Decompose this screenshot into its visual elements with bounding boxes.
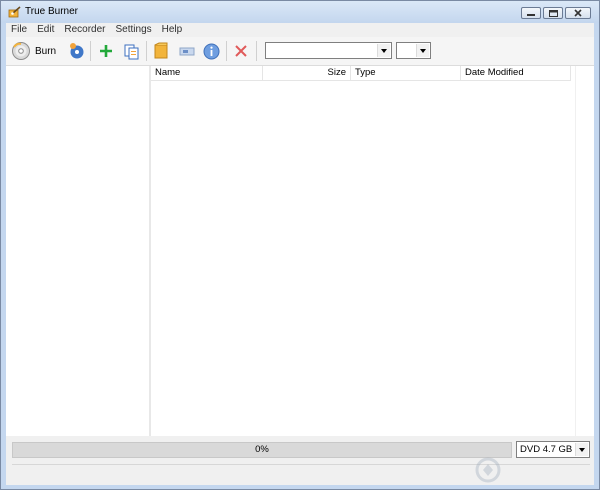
app-icon <box>8 6 21 18</box>
title-bar[interactable]: True Burner <box>1 1 599 23</box>
column-header-date-modified[interactable]: Date Modified <box>461 66 571 80</box>
path-combobox[interactable] <box>265 42 392 59</box>
disc-settings-icon <box>70 43 84 59</box>
small-combobox-arrow[interactable] <box>416 44 429 57</box>
menu-settings[interactable]: Settings <box>111 23 157 37</box>
menu-file[interactable]: File <box>6 23 32 37</box>
new-folder-button[interactable] <box>153 41 169 61</box>
watermark <box>474 456 594 484</box>
add-icon <box>100 45 112 57</box>
maximize-button[interactable] <box>543 7 563 19</box>
column-header-size[interactable]: Size <box>263 66 351 80</box>
bottom-panel: 0% DVD 4.7 GB <box>6 436 594 485</box>
disc-burn-icon <box>12 42 30 60</box>
disc-type-value: DVD 4.7 GB <box>520 444 573 455</box>
progress-text: 0% <box>255 444 269 455</box>
menu-edit[interactable]: Edit <box>32 23 59 37</box>
column-header-name[interactable]: Name <box>151 66 263 80</box>
folder-icon <box>154 42 168 59</box>
menu-bar: File Edit Recorder Settings Help <box>6 23 594 37</box>
toolbar: Burn <box>6 37 594 66</box>
app-window: True Burner File Edit Recorder Settings … <box>0 0 600 490</box>
info-icon <box>203 43 220 59</box>
minimize-icon <box>527 14 535 16</box>
minimize-button[interactable] <box>521 7 541 19</box>
file-list-header: Name Size Type Date Modified <box>151 66 571 81</box>
column-header-type[interactable]: Type <box>351 66 461 80</box>
rename-button[interactable] <box>178 41 196 61</box>
burn-progress-bar: 0% <box>12 442 512 458</box>
menu-help[interactable]: Help <box>157 23 188 37</box>
small-combobox[interactable] <box>396 42 431 59</box>
maximize-icon <box>548 9 558 17</box>
disc-type-arrow[interactable] <box>575 443 588 456</box>
window-title: True Burner <box>25 6 78 17</box>
burn-label: Burn <box>35 45 57 57</box>
close-button[interactable] <box>565 7 591 19</box>
file-list-pane[interactable]: Name Size Type Date Modified <box>151 66 594 436</box>
disc-options-button[interactable] <box>68 41 86 61</box>
add-button[interactable] <box>98 41 114 61</box>
menu-recorder[interactable]: Recorder <box>59 23 110 37</box>
delete-button[interactable] <box>234 41 248 61</box>
path-combobox-arrow[interactable] <box>377 44 390 57</box>
delete-icon <box>235 45 247 57</box>
file-list-scroll-area[interactable] <box>575 66 594 436</box>
client-area: File Edit Recorder Settings Help Burn Na… <box>6 23 594 485</box>
info-button[interactable] <box>203 41 220 61</box>
copy-icon <box>124 44 139 59</box>
close-icon <box>574 9 582 17</box>
folder-tree-pane[interactable] <box>6 66 151 436</box>
copy-button[interactable] <box>123 41 140 61</box>
watermark-logo-icon <box>475 457 501 483</box>
rename-icon <box>179 47 195 56</box>
burn-button[interactable]: Burn <box>11 41 56 61</box>
